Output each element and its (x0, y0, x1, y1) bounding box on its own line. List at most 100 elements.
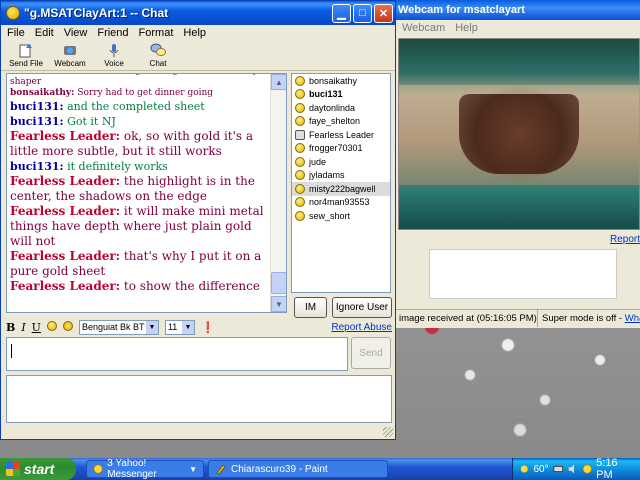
alert-icon[interactable]: ❗ (201, 321, 215, 334)
chat-message: nor4man93553: smoothing the edges out wi… (10, 74, 272, 88)
text-caret (11, 344, 12, 358)
user-list-item[interactable]: buci131 (292, 88, 390, 102)
user-list-item[interactable]: jyladams (292, 169, 390, 183)
menu-friend[interactable]: Friend (97, 25, 128, 41)
font-select-value: Benguiat Bk BT (81, 322, 145, 332)
taskbar: start 3 Yahoo! Messenger ▼ Chiarascuro39… (0, 457, 640, 480)
maximize-button[interactable]: □ (353, 3, 372, 23)
user-name: jude (309, 156, 327, 167)
message-sender[interactable]: Fearless Leader: (10, 129, 120, 143)
user-name: Fearless Leader (309, 129, 375, 140)
webcam-what-link[interactable]: What (625, 313, 640, 324)
yahoo-messenger-icon (93, 464, 103, 474)
message-sender[interactable]: buci131: (10, 160, 64, 173)
user-list-item[interactable]: Fearless Leader (292, 128, 390, 142)
menu-view[interactable]: View (64, 25, 88, 41)
message-list: nor4man93553: smoothing the edges out wi… (10, 74, 272, 294)
user-list-item[interactable]: jude (292, 155, 390, 169)
chat-message: Fearless Leader: ok, so with gold it's a… (10, 129, 272, 159)
italic-button[interactable]: I (21, 321, 25, 334)
emoticon-icon[interactable] (46, 320, 57, 334)
menu-edit[interactable]: Edit (35, 25, 54, 41)
user-list-item[interactable]: nor4man93553 (292, 196, 390, 210)
menu-format[interactable]: Format (139, 25, 174, 41)
chat-message: buci131: Got it NJ (10, 114, 272, 129)
network-icon[interactable] (553, 463, 564, 475)
webcam-user-icon (295, 129, 305, 140)
paint-icon (216, 464, 226, 475)
report-abuse-link[interactable]: Report Abuse (331, 322, 392, 333)
smiley-icon (295, 170, 305, 181)
message-scrollbar[interactable]: ▲ ▼ (270, 74, 286, 312)
chat-toolbar: Send File Webcam Voice Chat (1, 41, 395, 71)
bold-button[interactable]: B (6, 321, 15, 334)
font-size-value: 11 (167, 322, 178, 332)
messenger-tray-icon[interactable] (582, 463, 593, 475)
chevron-down-icon: ▼ (181, 320, 194, 334)
user-list-item[interactable]: sew_short (292, 209, 390, 223)
resize-grip[interactable] (383, 427, 393, 437)
message-pane[interactable]: nor4man93553: smoothing the edges out wi… (6, 73, 287, 313)
message-sender[interactable]: Fearless Leader: (10, 279, 120, 293)
user-name: frogger70301 (309, 143, 363, 154)
user-name: jyladams (309, 170, 345, 181)
im-button[interactable]: IM (294, 297, 327, 318)
temperature-label: 60° (533, 463, 549, 475)
user-list-item[interactable]: frogger70301 (292, 142, 390, 156)
message-sender[interactable]: bonsaikathy: (10, 88, 74, 98)
smiley-icon (295, 102, 305, 113)
weather-icon (520, 465, 528, 473)
voice-button[interactable]: Voice (95, 41, 133, 70)
message-sender[interactable]: buci131: (10, 115, 64, 128)
send-file-label: Send File (9, 59, 43, 68)
user-list-item[interactable]: daytonlinda (292, 101, 390, 115)
webcam-menu-webcam[interactable]: Webcam (402, 20, 445, 36)
voice-label: Voice (104, 59, 124, 68)
webcam-button[interactable]: Webcam (51, 41, 89, 70)
user-list-item[interactable]: bonsaikathy (292, 74, 390, 88)
message-sender[interactable]: Fearless Leader: (10, 249, 120, 263)
menu-help[interactable]: Help (183, 25, 206, 41)
task-paint[interactable]: Chiarascuro39 - Paint (208, 460, 388, 478)
user-list-item[interactable]: faye_shelton (292, 115, 390, 129)
webcam-statusbar: image received at (05:16:05 PM) Super mo… (396, 309, 640, 327)
user-name: misty222bagwell (309, 183, 376, 194)
message-sender[interactable]: Fearless Leader: (10, 174, 120, 188)
scroll-down-arrow[interactable]: ▼ (271, 296, 286, 312)
chat-button[interactable]: Chat (139, 41, 177, 70)
webcam-title: Webcam for msatclayart (396, 0, 640, 20)
minimize-button[interactable]: ▁ (332, 3, 351, 23)
start-button[interactable]: start (0, 458, 76, 480)
scroll-thumb[interactable] (271, 272, 286, 294)
chat-message: Fearless Leader: to show the difference (10, 279, 272, 294)
chat-message: buci131: and the completed sheet (10, 99, 272, 114)
webcam-menu-help[interactable]: Help (455, 20, 478, 36)
speaker-icon[interactable] (567, 463, 578, 475)
message-sender[interactable]: nor4man93553: (10, 74, 90, 76)
close-button[interactable]: ✕ (374, 3, 393, 23)
font-size-select[interactable]: 11 ▼ (164, 319, 195, 335)
scroll-up-arrow[interactable]: ▲ (271, 74, 286, 90)
webcam-info-panel (429, 249, 617, 299)
smiley-icon (295, 116, 305, 127)
underline-button[interactable]: U (32, 321, 41, 334)
task-yahoo-label: 3 Yahoo! Messenger (107, 458, 157, 480)
task-paint-label: Chiarascuro39 - Paint (231, 463, 328, 475)
user-list-item[interactable]: misty222bagwell (292, 182, 390, 196)
send-file-button[interactable]: Send File (7, 41, 45, 70)
task-yahoo-messenger[interactable]: 3 Yahoo! Messenger ▼ (86, 458, 204, 480)
menu-file[interactable]: File (7, 25, 25, 41)
message-sender[interactable]: Fearless Leader: (10, 204, 120, 218)
webcam-image-clay (459, 94, 579, 174)
font-select[interactable]: Benguiat Bk BT ▼ (78, 319, 159, 335)
webcam-report-link[interactable]: Report (610, 234, 640, 245)
user-name: faye_shelton (309, 116, 361, 127)
ignore-user-button[interactable]: Ignore User (332, 297, 392, 318)
message-sender[interactable]: buci131: (10, 100, 64, 113)
webcam-window: Webcam for msatclayart Webcam Help Repor… (396, 0, 640, 328)
send-button[interactable]: Send (351, 337, 391, 369)
webcam-menubar: Webcam Help (396, 20, 640, 36)
color-icon[interactable] (62, 320, 73, 334)
windows-flag-icon (6, 462, 20, 476)
message-input[interactable] (6, 337, 348, 371)
